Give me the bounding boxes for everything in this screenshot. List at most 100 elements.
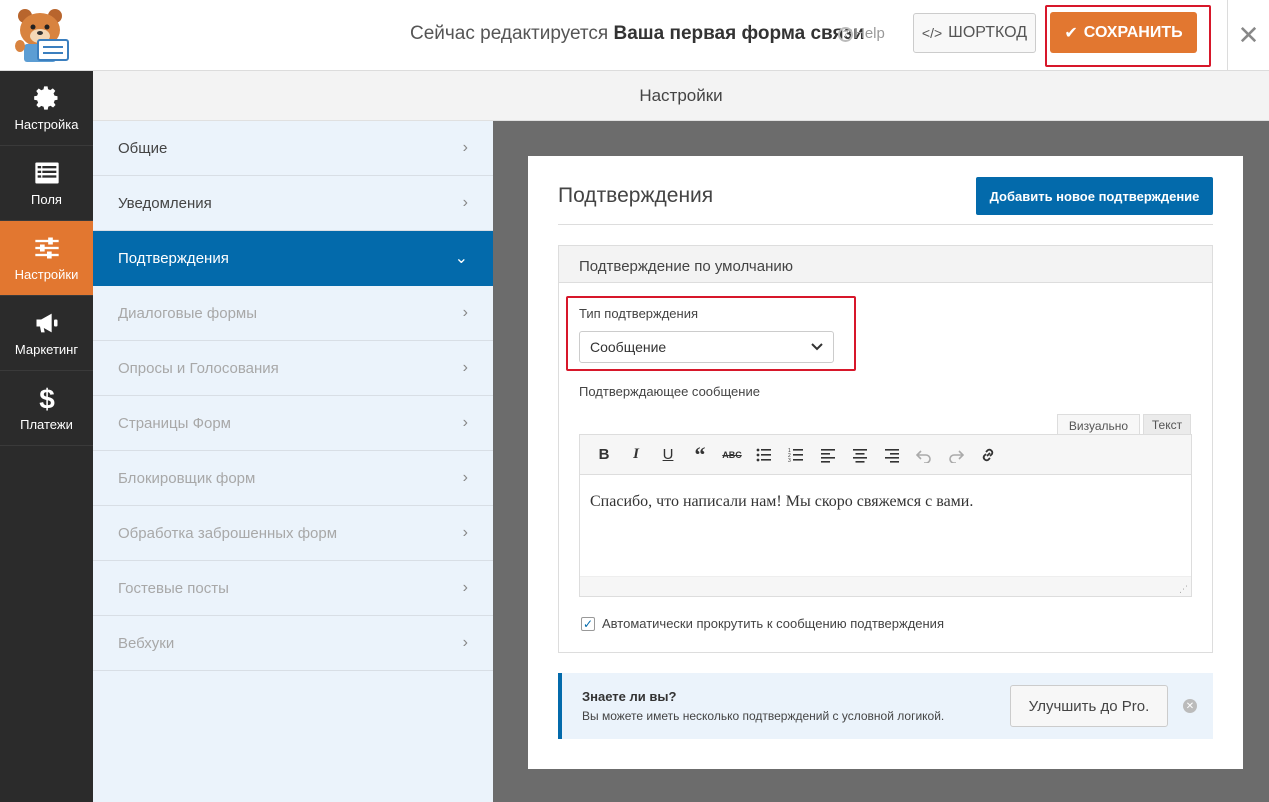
sidebar-item-setup[interactable]: Настройка xyxy=(0,71,93,146)
help-icon: ? xyxy=(838,27,853,42)
sidebar-item-label: Настройка xyxy=(14,117,79,132)
editor-toolbar: B I U “ ABC 123 xyxy=(580,435,1191,475)
subnav-item-label: Блокировщик форм xyxy=(118,469,256,487)
default-confirmation-header[interactable]: Подтверждение по умолчанию xyxy=(558,245,1213,283)
confirmation-message-label: Подтверждающее сообщение xyxy=(579,384,760,399)
subnav-item-form-locker[interactable]: Блокировщик форм › xyxy=(93,451,493,506)
svg-text:3: 3 xyxy=(788,458,791,463)
close-icon: ✕ xyxy=(1237,19,1260,50)
subnav-item-label: Общие xyxy=(118,139,168,157)
subnav-item-general[interactable]: Общие › xyxy=(93,121,493,176)
chevron-right-icon: › xyxy=(462,359,468,376)
settings-subnav: Общие › Уведомления › Подтверждения ⌄ Диало… xyxy=(93,121,493,802)
settings-header: Настройки xyxy=(93,71,1269,121)
sidebar-item-label: Платежи xyxy=(20,417,73,432)
subnav-item-form-pages[interactable]: Страницы Форм › xyxy=(93,396,493,451)
add-confirmation-button[interactable]: Добавить новое подтверждение xyxy=(976,177,1213,215)
chevron-down-icon xyxy=(811,343,823,351)
align-left-icon[interactable] xyxy=(812,441,844,469)
shortcode-button[interactable]: </> ШОРТКОД xyxy=(913,13,1036,53)
subnav-item-label: Подтверждения xyxy=(118,249,229,267)
subnav-item-webhooks[interactable]: Вебхуки › xyxy=(93,616,493,671)
auto-scroll-option[interactable]: ✓ Автоматически прокрутить к сообщению п… xyxy=(581,616,944,631)
link-icon[interactable] xyxy=(972,441,1004,469)
dismiss-icon[interactable]: ✕ xyxy=(1183,699,1197,713)
strikethrough-icon[interactable]: ABC xyxy=(716,441,748,469)
resize-handle-icon[interactable]: ⋰ xyxy=(1179,584,1189,594)
fields-icon xyxy=(34,162,59,184)
chevron-right-icon: › xyxy=(462,524,468,541)
builder-sidebar: Настройка Поля Настройки Маркетинг $ Пла… xyxy=(0,71,93,802)
chevron-right-icon: › xyxy=(462,304,468,321)
chevron-right-icon: › xyxy=(462,469,468,486)
editor-content[interactable]: Спасибо, что написали нам! Мы скоро свяж… xyxy=(580,475,1191,529)
editing-prefix: Сейчас редактируется xyxy=(410,23,609,44)
chevron-right-icon: › xyxy=(462,634,468,651)
dollar-icon: $ xyxy=(39,384,55,412)
sidebar-item-label: Маркетинг xyxy=(14,342,79,357)
gear-icon xyxy=(33,86,57,110)
subnav-item-surveys-polls[interactable]: Опросы и Голосования › xyxy=(93,341,493,396)
bold-icon[interactable]: B xyxy=(588,441,620,469)
subnav-item-confirmations[interactable]: Подтверждения ⌄ xyxy=(93,231,493,286)
subnav-item-label: Диалоговые формы xyxy=(118,304,258,322)
save-button[interactable]: ✔ СОХРАНИТЬ xyxy=(1050,12,1197,53)
form-name: Ваша первая форма связи xyxy=(613,23,865,44)
close-button[interactable]: ✕ xyxy=(1227,0,1269,70)
notice-title: Знаете ли вы? xyxy=(582,689,677,704)
message-editor: B I U “ ABC 123 Спасибо, что написали на… xyxy=(579,434,1192,597)
help-label: Help xyxy=(854,25,885,42)
sidebar-item-label: Поля xyxy=(31,192,62,207)
wpforms-bear-logo xyxy=(15,9,69,62)
svg-text:$: $ xyxy=(39,384,55,412)
align-right-icon[interactable] xyxy=(876,441,908,469)
editing-title: Сейчас редактируется Ваша первая форма с… xyxy=(410,23,865,45)
subnav-item-label: Уведомления xyxy=(118,194,212,212)
chevron-right-icon: › xyxy=(462,414,468,431)
confirmation-type-select[interactable]: Сообщение xyxy=(579,331,834,363)
subnav-item-label: Гостевые посты xyxy=(118,579,229,597)
tab-visual[interactable]: Визуально xyxy=(1057,414,1140,436)
save-label: СОХРАНИТЬ xyxy=(1083,23,1183,41)
checkmark-icon: ✔ xyxy=(1064,24,1078,42)
sidebar-item-settings[interactable]: Настройки xyxy=(0,221,93,296)
subnav-item-notifications[interactable]: Уведомления › xyxy=(93,176,493,231)
divider xyxy=(558,224,1213,225)
redo-icon[interactable] xyxy=(940,441,972,469)
chevron-down-icon: ⌄ xyxy=(454,250,468,267)
tab-text[interactable]: Текст xyxy=(1143,414,1191,435)
upgrade-pro-button[interactable]: Улучшить до Pro. xyxy=(1010,685,1168,727)
sidebar-item-fields[interactable]: Поля xyxy=(0,146,93,221)
editor-statusbar: ⋰ xyxy=(580,576,1191,596)
bullet-list-icon[interactable] xyxy=(748,441,780,469)
underline-icon[interactable]: U xyxy=(652,441,684,469)
subnav-item-label: Вебхуки xyxy=(118,634,175,652)
subnav-item-form-abandonment[interactable]: Обработка заброшенных форм › xyxy=(93,506,493,561)
notice-text: Вы можете иметь несколько подтверждений … xyxy=(582,709,945,723)
subnav-item-label: Обработка заброшенных форм xyxy=(118,524,338,542)
shortcode-label: ШОРТКОД xyxy=(948,24,1028,41)
auto-scroll-label: Автоматически прокрутить к сообщению под… xyxy=(602,616,944,631)
select-value: Сообщение xyxy=(590,339,667,355)
megaphone-icon xyxy=(36,313,57,333)
align-center-icon[interactable] xyxy=(844,441,876,469)
sidebar-item-label: Настройки xyxy=(14,267,79,282)
italic-icon[interactable]: I xyxy=(620,441,652,469)
chevron-right-icon: › xyxy=(462,139,468,156)
code-icon: </> xyxy=(921,25,943,41)
top-bar: Сейчас редактируется Ваша первая форма с… xyxy=(0,0,1269,71)
numbered-list-icon[interactable]: 123 xyxy=(780,441,812,469)
blockquote-icon[interactable]: “ xyxy=(684,441,716,469)
auto-scroll-checkbox[interactable]: ✓ xyxy=(581,616,595,631)
help-link[interactable]: ? Help xyxy=(838,25,885,42)
chevron-right-icon: › xyxy=(462,579,468,596)
subnav-item-label: Страницы Форм xyxy=(118,414,231,432)
sidebar-item-marketing[interactable]: Маркетинг xyxy=(0,296,93,371)
subnav-item-label: Опросы и Голосования xyxy=(118,359,279,377)
subnav-item-popup-forms[interactable]: Диалоговые формы › xyxy=(93,286,493,341)
subnav-item-guest-posts[interactable]: Гостевые посты › xyxy=(93,561,493,616)
undo-icon[interactable] xyxy=(908,441,940,469)
sidebar-item-payments[interactable]: $ Платежи xyxy=(0,371,93,446)
panel-title: Подтверждения xyxy=(558,184,714,207)
settings-title: Настройки xyxy=(639,85,723,105)
